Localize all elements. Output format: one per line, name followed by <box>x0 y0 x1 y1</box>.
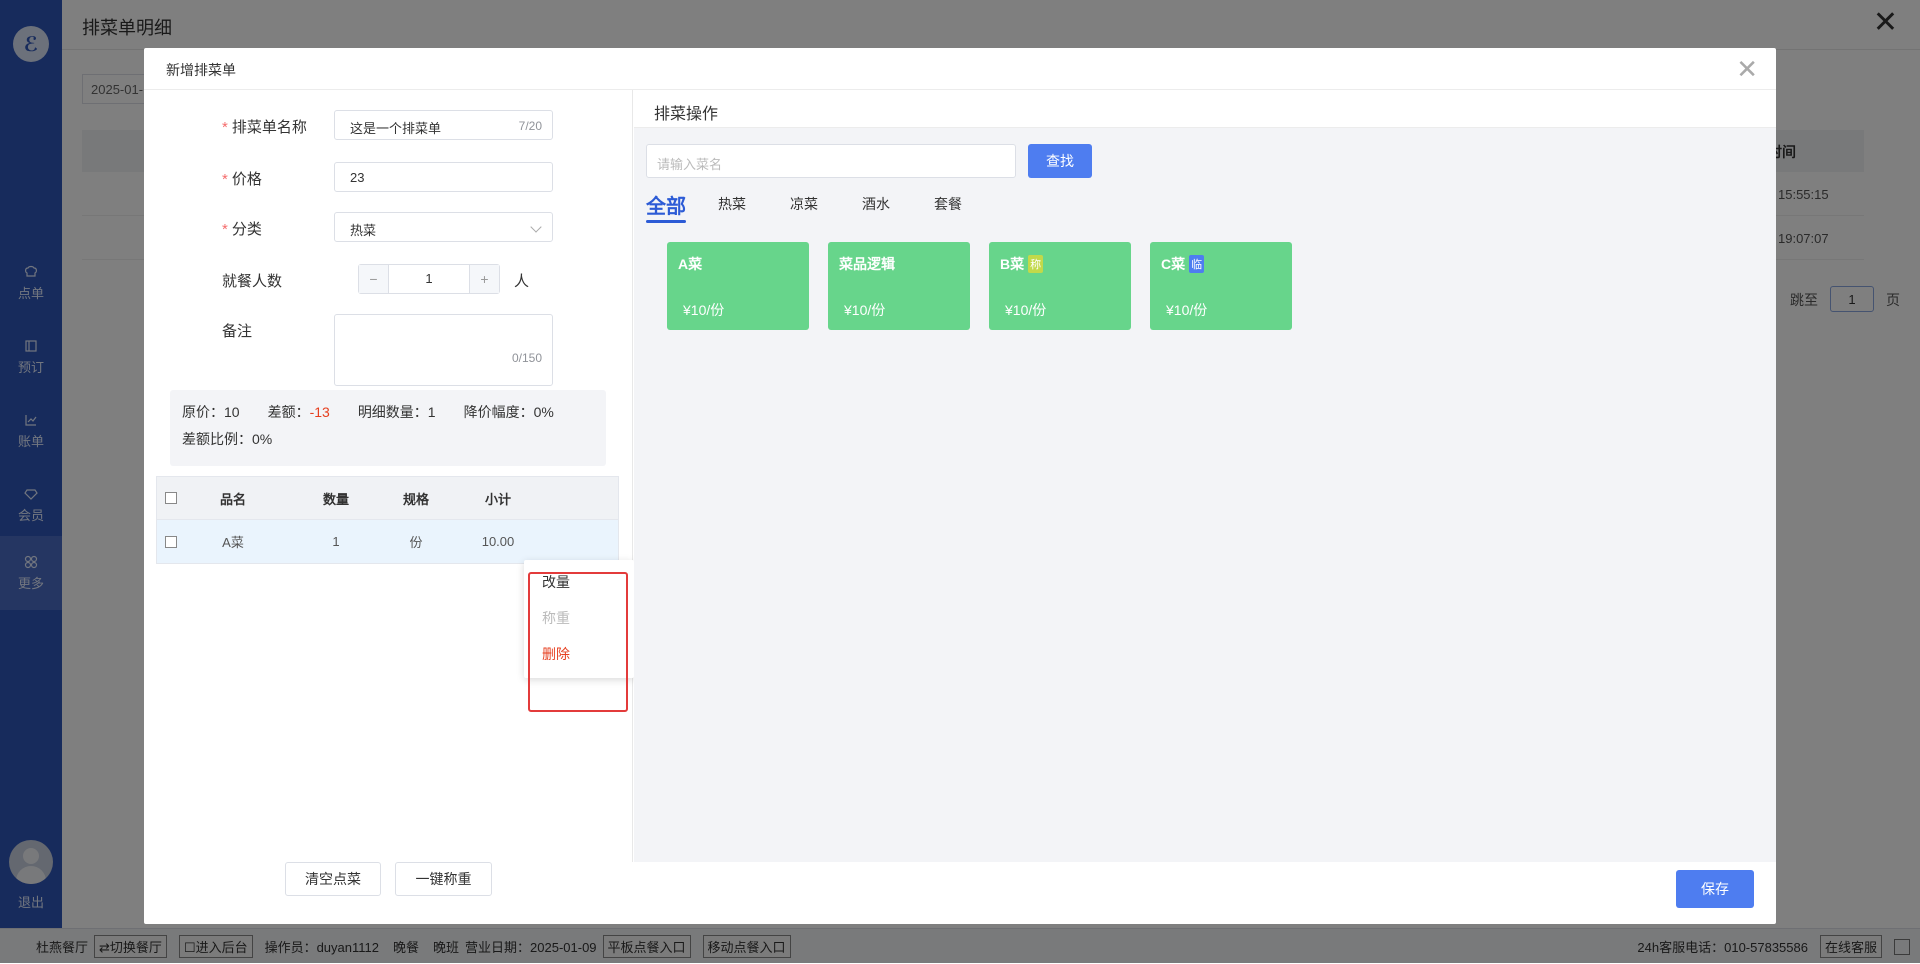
dish-card[interactable]: B菜称 ¥10/份 <box>989 242 1131 330</box>
dish-price: ¥10/份 <box>683 302 725 318</box>
weigh-all-button[interactable]: 一键称重 <box>395 862 492 896</box>
dish-name: 菜品逻辑 <box>839 256 895 272</box>
cell-subtotal: 10.00 <box>481 534 515 549</box>
dish-card[interactable]: 菜品逻辑 ¥10/份 <box>828 242 970 330</box>
remark-label: 备注 <box>222 323 253 340</box>
diners-value[interactable]: 1 <box>389 265 469 293</box>
tab-all[interactable]: 全部 <box>646 190 686 219</box>
dish-card[interactable]: C菜临 ¥10/份 <box>1150 242 1292 330</box>
dish-name: C菜 <box>1161 256 1186 272</box>
select-all-checkbox[interactable] <box>165 492 177 504</box>
dish-name: A菜 <box>678 256 703 272</box>
name-input[interactable]: 这是一个排菜单 7/20 <box>334 110 553 140</box>
tab-drinks[interactable]: 酒水 <box>862 194 890 214</box>
diners-label: 就餐人数 <box>222 273 283 290</box>
active-tab-indicator <box>646 220 686 223</box>
remark-row: 备注 0/150 <box>144 314 633 388</box>
clear-dishes-button[interactable]: 清空点菜 <box>285 862 381 896</box>
dish-price: ¥10/份 <box>1166 302 1208 318</box>
diners-unit: 人 <box>514 273 530 290</box>
dialog-header: 新增排菜单 ✕ <box>144 48 1776 90</box>
name-value: 这是一个排菜单 <box>350 121 442 136</box>
price-input[interactable]: 23 <box>334 162 553 192</box>
diff-value: -13 <box>309 404 330 420</box>
diff-label: 差额： <box>267 404 310 420</box>
search-button[interactable]: 查找 <box>1028 144 1092 178</box>
required-mark: * <box>222 171 228 188</box>
col-name: 品名 <box>219 491 246 507</box>
decrement-button[interactable]: − <box>359 265 389 293</box>
add-menu-dialog: 新增排菜单 ✕ * 排菜单名称 这是一个排菜单 7/20 * 价格 23 * 分类 热菜… <box>144 48 1776 924</box>
discount-rate: 降价幅度：0% <box>463 404 554 420</box>
tab-hot[interactable]: 热菜 <box>718 194 746 214</box>
dish-panel-title: 排菜操作 <box>634 90 1776 128</box>
cell-spec: 份 <box>409 535 423 550</box>
chevron-down-icon <box>530 221 542 233</box>
weigh-tag: 称 <box>1028 255 1044 273</box>
dish-panel: 排菜操作 请输入菜名 查找 全部 热菜 凉菜 酒水 套餐 A菜 ¥10/份 菜品… <box>634 90 1776 862</box>
col-qty: 数量 <box>322 491 349 507</box>
highlight-box <box>528 572 628 712</box>
category-row: * 分类 热菜 <box>144 212 633 244</box>
category-select[interactable]: 热菜 <box>334 212 553 242</box>
temporary-tag: 临 <box>1189 255 1205 273</box>
col-subtotal: 小计 <box>484 491 511 507</box>
remark-count: 0/150 <box>511 351 542 365</box>
category-label: 分类 <box>231 221 262 238</box>
price-label: 价格 <box>231 171 262 188</box>
name-count: 7/20 <box>518 119 542 133</box>
detail-table: 品名 数量 规格 小计 A菜 1 份 10.00 <box>156 476 619 564</box>
table-header: 品名 数量 规格 小计 <box>156 476 619 520</box>
diners-row: 就餐人数 − 1 + 人 <box>144 264 633 296</box>
required-mark: * <box>222 119 228 136</box>
close-icon[interactable]: ✕ <box>1736 54 1758 84</box>
price-row: * 价格 23 <box>144 162 633 194</box>
dish-price: ¥10/份 <box>844 302 886 318</box>
tab-combo[interactable]: 套餐 <box>934 194 962 214</box>
dish-card[interactable]: A菜 ¥10/份 <box>667 242 809 330</box>
diners-stepper: − 1 + <box>358 264 500 294</box>
dish-name: B菜 <box>1000 256 1025 272</box>
save-button[interactable]: 保存 <box>1676 870 1754 908</box>
row-checkbox[interactable] <box>165 535 177 548</box>
dish-price: ¥10/份 <box>1005 302 1047 318</box>
cell-name: A菜 <box>222 535 244 550</box>
price-value: 23 <box>350 170 365 185</box>
diff-ratio: 差额比例：0% <box>182 431 273 447</box>
dish-search-input[interactable]: 请输入菜名 <box>646 144 1016 178</box>
remark-textarea[interactable]: 0/150 <box>334 314 553 386</box>
price-summary: 原价：10 差额：-13 明细数量：1 降价幅度：0% 差额比例：0% <box>170 390 606 466</box>
tab-cold[interactable]: 凉菜 <box>790 194 818 214</box>
col-spec: 规格 <box>402 491 429 507</box>
original-price: 原价：10 <box>182 404 240 420</box>
detail-count: 明细数量：1 <box>357 404 436 420</box>
required-mark: * <box>222 221 228 238</box>
category-value: 热菜 <box>350 223 377 238</box>
increment-button[interactable]: + <box>469 265 499 293</box>
dialog-title: 新增排菜单 <box>166 62 236 78</box>
cell-qty: 1 <box>332 534 340 549</box>
name-label: 排菜单名称 <box>231 119 307 136</box>
name-row: * 排菜单名称 这是一个排菜单 7/20 <box>144 110 633 142</box>
table-row[interactable]: A菜 1 份 10.00 <box>156 520 619 564</box>
